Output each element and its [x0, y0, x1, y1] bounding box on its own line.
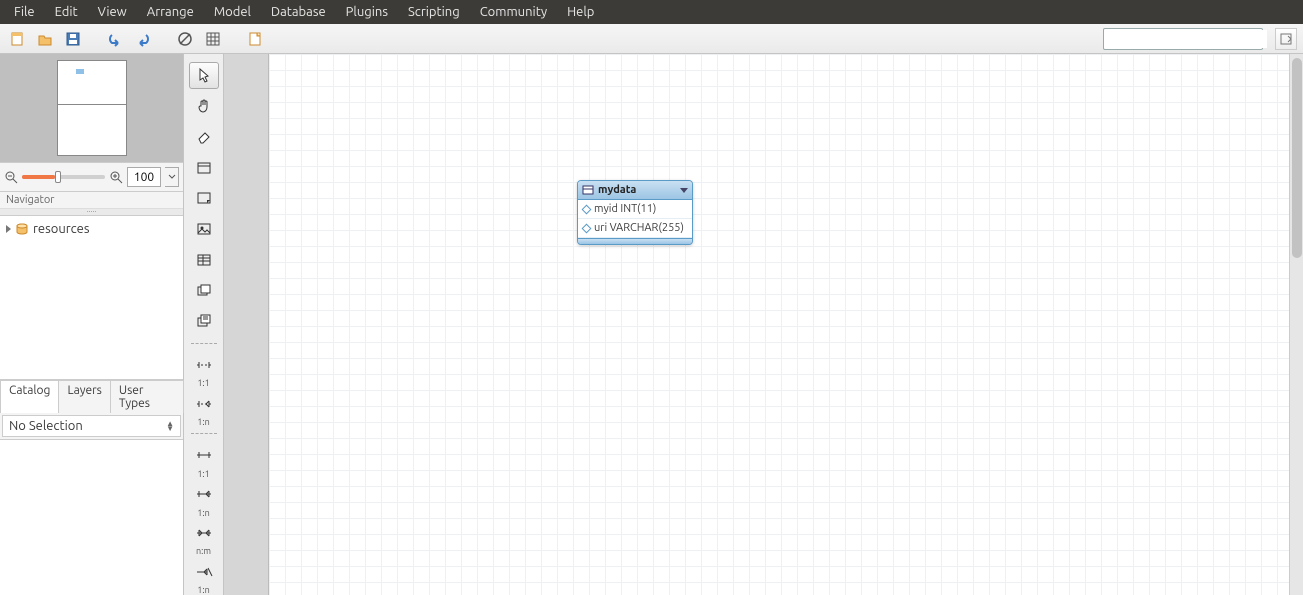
- relation-label: 1:1: [197, 378, 209, 388]
- table-column[interactable]: uri VARCHAR(255): [578, 219, 692, 238]
- pointer-tool[interactable]: [189, 62, 219, 89]
- menubar: File Edit View Arrange Model Database Pl…: [0, 0, 1303, 24]
- relation-n-m-tool[interactable]: [189, 520, 219, 547]
- table-column[interactable]: myid INT(11): [578, 200, 692, 219]
- diagram-canvas[interactable]: mydata myid INT(11) uri VARCHAR(255): [268, 54, 1289, 595]
- hand-tool[interactable]: [189, 93, 219, 120]
- tab-user-types[interactable]: User Types: [110, 380, 184, 413]
- zoom-controls: [0, 162, 183, 192]
- zoom-value-input[interactable]: [127, 167, 161, 187]
- selection-label: No Selection: [9, 419, 83, 433]
- routine-group-tool[interactable]: [189, 308, 219, 335]
- menu-database[interactable]: Database: [261, 2, 336, 22]
- menu-community[interactable]: Community: [470, 2, 557, 22]
- column-text: uri VARCHAR(255): [594, 222, 684, 234]
- layer-tool[interactable]: [189, 154, 219, 181]
- validate-button[interactable]: [174, 28, 196, 50]
- table-name: mydata: [598, 184, 676, 196]
- save-button[interactable]: [62, 28, 84, 50]
- image-tool[interactable]: [189, 216, 219, 243]
- catalog-item-label: resources: [33, 222, 90, 236]
- main-toolbar: [0, 24, 1303, 54]
- eraser-tool[interactable]: [189, 124, 219, 151]
- column-key-icon: [582, 223, 592, 233]
- zoom-out-icon[interactable]: [4, 170, 18, 184]
- menu-help[interactable]: Help: [557, 2, 604, 22]
- collapse-icon[interactable]: [680, 188, 688, 193]
- new-file-button[interactable]: [6, 28, 28, 50]
- relation-label: 1:n: [197, 508, 209, 518]
- relation-label: 1:n: [197, 417, 209, 427]
- menu-edit[interactable]: Edit: [45, 2, 88, 22]
- navigator-thumbnail[interactable]: [57, 60, 127, 156]
- schema-icon: [15, 222, 29, 236]
- note-tool[interactable]: [189, 185, 219, 212]
- relation-label: n:m: [196, 546, 211, 556]
- zoom-slider[interactable]: [22, 175, 105, 179]
- tab-layers[interactable]: Layers: [58, 380, 110, 413]
- relation-label: 1:1: [197, 469, 209, 479]
- undo-button[interactable]: [104, 28, 126, 50]
- column-text: myid INT(11): [594, 203, 656, 215]
- tool-palette: 1:1 1:n 1:1 1:n n:m 1:n: [184, 54, 224, 595]
- menu-plugins[interactable]: Plugins: [336, 2, 398, 22]
- relation-1-n-id-tool[interactable]: [189, 481, 219, 508]
- relation-1-n-pick-tool[interactable]: [189, 558, 219, 585]
- menu-arrange[interactable]: Arrange: [137, 2, 204, 22]
- new-document-button[interactable]: [244, 28, 266, 50]
- combo-arrows-icon: ▲▼: [166, 421, 174, 431]
- catalog-tree[interactable]: resources: [0, 215, 183, 379]
- search-input[interactable]: [1112, 30, 1267, 48]
- relation-1-n-nonid-tool[interactable]: [189, 390, 219, 417]
- table-entity-mydata[interactable]: mydata myid INT(11) uri VARCHAR(255): [577, 180, 693, 245]
- relation-1-1-nonid-tool[interactable]: [189, 352, 219, 379]
- menu-scripting[interactable]: Scripting: [398, 2, 470, 22]
- relation-1-1-id-tool[interactable]: [189, 442, 219, 469]
- zoom-dropdown[interactable]: [165, 167, 179, 187]
- catalog-tree-item[interactable]: resources: [2, 220, 181, 238]
- table-icon: [582, 184, 594, 196]
- tab-catalog[interactable]: Catalog: [0, 380, 59, 413]
- view-tool[interactable]: [189, 277, 219, 304]
- menu-view[interactable]: View: [88, 2, 137, 22]
- vertical-scrollbar[interactable]: [1289, 54, 1303, 595]
- open-folder-button[interactable]: [34, 28, 56, 50]
- column-key-icon: [582, 204, 592, 214]
- table-header[interactable]: mydata: [578, 181, 692, 200]
- properties-panel: [0, 439, 183, 595]
- menu-model[interactable]: Model: [204, 2, 261, 22]
- side-panel: Navigator resources Catalog Layers User …: [0, 54, 184, 595]
- side-tabs: Catalog Layers User Types: [0, 379, 183, 413]
- grid-toggle-button[interactable]: [202, 28, 224, 50]
- search-options-button[interactable]: [1275, 28, 1297, 50]
- redo-button[interactable]: [132, 28, 154, 50]
- navigator-panel: [0, 54, 183, 162]
- table-tool[interactable]: [189, 247, 219, 274]
- zoom-in-icon[interactable]: [109, 170, 123, 184]
- canvas-area: mydata myid INT(11) uri VARCHAR(255): [224, 54, 1303, 595]
- relation-label: 1:n: [197, 585, 209, 595]
- expand-arrow-icon[interactable]: [6, 225, 11, 233]
- selection-combo[interactable]: No Selection ▲▼: [2, 415, 181, 437]
- search-box[interactable]: [1103, 28, 1263, 50]
- table-footer: [578, 238, 692, 244]
- menu-file[interactable]: File: [4, 2, 45, 22]
